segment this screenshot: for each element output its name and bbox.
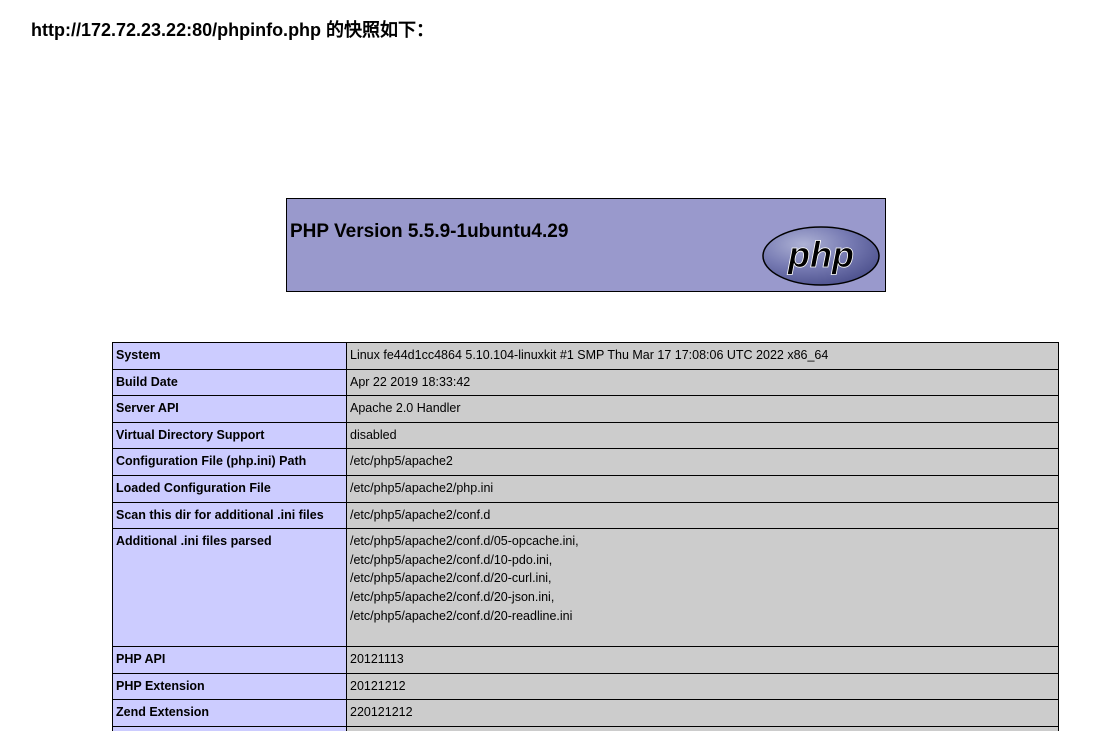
table-row: Configuration File (php.ini) Path/etc/ph… <box>112 448 1059 476</box>
phpinfo-table: System Linux fe44d1cc4864 5.10.104-linuxk… <box>112 342 1059 731</box>
row-label: Build Date <box>112 368 347 397</box>
php-logo-icon[interactable]: php <box>761 225 881 287</box>
table-row: Loaded Configuration File/etc/php5/apach… <box>112 474 1059 503</box>
row-label: Scan this dir for additional .ini files <box>112 501 347 530</box>
row-value: 20121113 <box>346 646 1059 674</box>
row-label: Zend Extension <box>112 699 347 727</box>
row-label: Virtual Directory Support <box>112 421 347 450</box>
row-value-line: /etc/php5/apache2/conf.d/10-pdo.ini, <box>350 552 553 567</box>
row-value: /etc/php5/apache2/conf.d/05-opcache.ini,… <box>346 528 1059 648</box>
row-label: Loaded Configuration File <box>112 474 347 503</box>
row-value: API220121212,NTS <box>346 725 1059 731</box>
php-version-title: PHP Version 5.5.9-1ubuntu4.29 <box>290 221 569 242</box>
table-row: Zend Extension BuildAPI220121212,NTS <box>112 725 1059 731</box>
row-value-line: /etc/php5/apache2/conf.d/20-readline.ini <box>350 608 573 623</box>
table-row: System Linux fe44d1cc4864 5.10.104-linuxk… <box>112 342 1059 370</box>
row-label: PHP API <box>112 646 347 674</box>
phpinfo-snapshot-page: http://172.72.23.22:80/phpinfo.php 的快照如下… <box>0 0 1110 731</box>
row-label: Zend Extension Build <box>112 725 347 731</box>
row-value-line: /etc/php5/apache2/conf.d/20-json.ini, <box>350 589 555 604</box>
row-value: Linux fe44d1cc4864 5.10.104-linuxkit #1 … <box>346 342 1059 370</box>
table-row: Zend Extension 220121212 <box>112 699 1059 727</box>
row-label: Additional .ini files parsed <box>112 528 347 648</box>
row-value: 20121212 <box>346 672 1059 701</box>
row-value-line: /etc/php5/apache2/conf.d/05-opcache.ini, <box>350 534 579 549</box>
table-row: Virtual Directory Support disabled <box>112 421 1059 450</box>
row-value-line: /etc/php5/apache2/conf.d/20-curl.ini, <box>350 571 552 586</box>
table-row: Additional .ini files parsed/etc/php5/ap… <box>112 528 1059 648</box>
php-logo-text: php <box>787 234 854 275</box>
snapshot-title: http://172.72.23.22:80/phpinfo.php 的快照如下… <box>31 20 435 40</box>
row-label: PHP Extension <box>112 672 347 701</box>
table-row: PHP Extension 20121212 <box>112 672 1059 701</box>
row-value: Apr 22 2019 18:33:42 <box>346 368 1059 397</box>
php-version-header: PHP Version 5.5.9-1ubuntu4.29 php <box>286 198 886 292</box>
row-value: /etc/php5/apache2 <box>346 448 1059 476</box>
row-label: System <box>112 342 347 370</box>
row-label: Server API <box>112 395 347 423</box>
row-label: Configuration File (php.ini) Path <box>112 448 347 476</box>
row-value: Apache 2.0 Handler <box>346 395 1059 423</box>
row-value: /etc/php5/apache2/conf.d <box>346 501 1059 530</box>
row-value: 220121212 <box>346 699 1059 727</box>
table-row: Scan this dir for additional .ini files /… <box>112 501 1059 530</box>
table-row: Server API Apache 2.0 Handler <box>112 395 1059 423</box>
row-value: /etc/php5/apache2/php.ini <box>346 474 1059 503</box>
table-row: Build Date Apr 22 2019 18:33:42 <box>112 368 1059 397</box>
row-value: disabled <box>346 421 1059 450</box>
table-row: PHP API 20121113 <box>112 646 1059 674</box>
